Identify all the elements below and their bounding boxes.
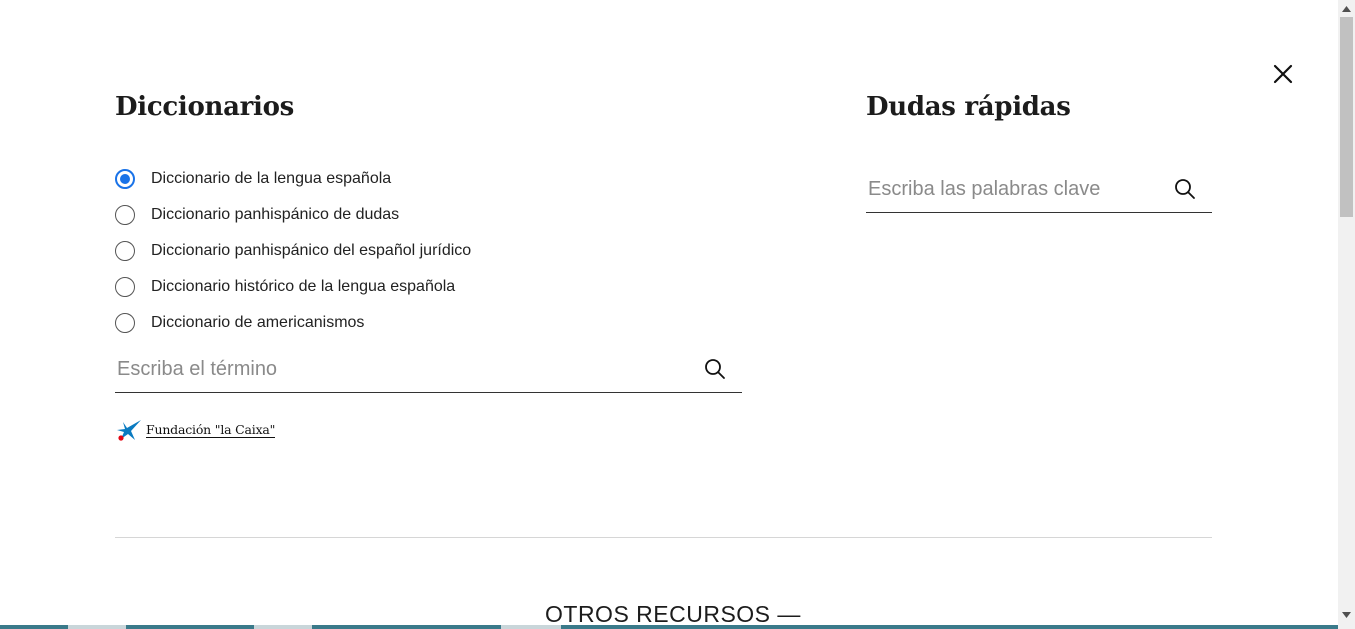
close-button[interactable] (1270, 61, 1296, 87)
vertical-scrollbar[interactable] (1338, 0, 1355, 629)
quick-doubts-heading: Dudas rápidas (866, 92, 1071, 122)
radio-damer[interactable]: Diccionario de americanismos (115, 305, 471, 341)
sponsor-name: Fundación "la Caixa" (146, 422, 276, 438)
radio-button-dpd[interactable] (115, 205, 135, 225)
scroll-down-arrow[interactable] (1338, 606, 1355, 623)
radio-dpej[interactable]: Diccionario panhispánico del español jur… (115, 233, 471, 269)
radio-label-dhle: Diccionario histórico de la lengua españ… (151, 278, 456, 295)
taskbar-item[interactable] (501, 625, 561, 629)
radio-button-dhle[interactable] (115, 277, 135, 297)
search-icon (1175, 179, 1195, 199)
dictionary-search-panel: Diccionarios Diccionario de la lengua es… (0, 0, 1355, 629)
la-caixa-star-logo (117, 420, 141, 441)
other-resources-toggle[interactable]: OTROS RECURSOS — (545, 601, 801, 628)
radio-button-damer[interactable] (115, 313, 135, 333)
radio-dle[interactable]: Diccionario de la lengua española (115, 161, 471, 197)
radio-label-dpd: Diccionario panhispánico de dudas (151, 206, 400, 223)
triangle-up-icon (1342, 5, 1351, 12)
term-search-field (115, 346, 742, 393)
keywords-search-field (866, 166, 1212, 213)
radio-button-dle[interactable] (115, 169, 135, 189)
dictionary-radio-group: Diccionario de la lengua española Diccio… (115, 161, 471, 341)
scroll-up-arrow[interactable] (1338, 0, 1355, 17)
term-search-input[interactable] (115, 357, 702, 381)
radio-label-dle: Diccionario de la lengua española (151, 170, 392, 187)
taskbar-item[interactable] (254, 625, 312, 629)
radio-label-damer: Diccionario de americanismos (151, 314, 365, 331)
radio-dpd[interactable]: Diccionario panhispánico de dudas (115, 197, 471, 233)
radio-label-dpej: Diccionario panhispánico del español jur… (151, 242, 472, 259)
taskbar-strip (0, 625, 1338, 629)
search-icon (705, 359, 725, 379)
sponsor-link[interactable]: Fundación "la Caixa" (115, 418, 275, 442)
close-icon (1273, 64, 1293, 84)
radio-button-dpej[interactable] (115, 241, 135, 261)
scrollbar-thumb[interactable] (1340, 17, 1353, 217)
keywords-search-input[interactable] (866, 177, 1172, 201)
term-search-button[interactable] (702, 356, 728, 382)
triangle-down-icon (1342, 611, 1351, 618)
dictionaries-heading: Diccionarios (115, 92, 295, 122)
radio-dhle[interactable]: Diccionario histórico de la lengua españ… (115, 269, 471, 305)
section-divider (115, 537, 1212, 538)
taskbar-item[interactable] (68, 625, 126, 629)
keywords-search-button[interactable] (1172, 176, 1198, 202)
